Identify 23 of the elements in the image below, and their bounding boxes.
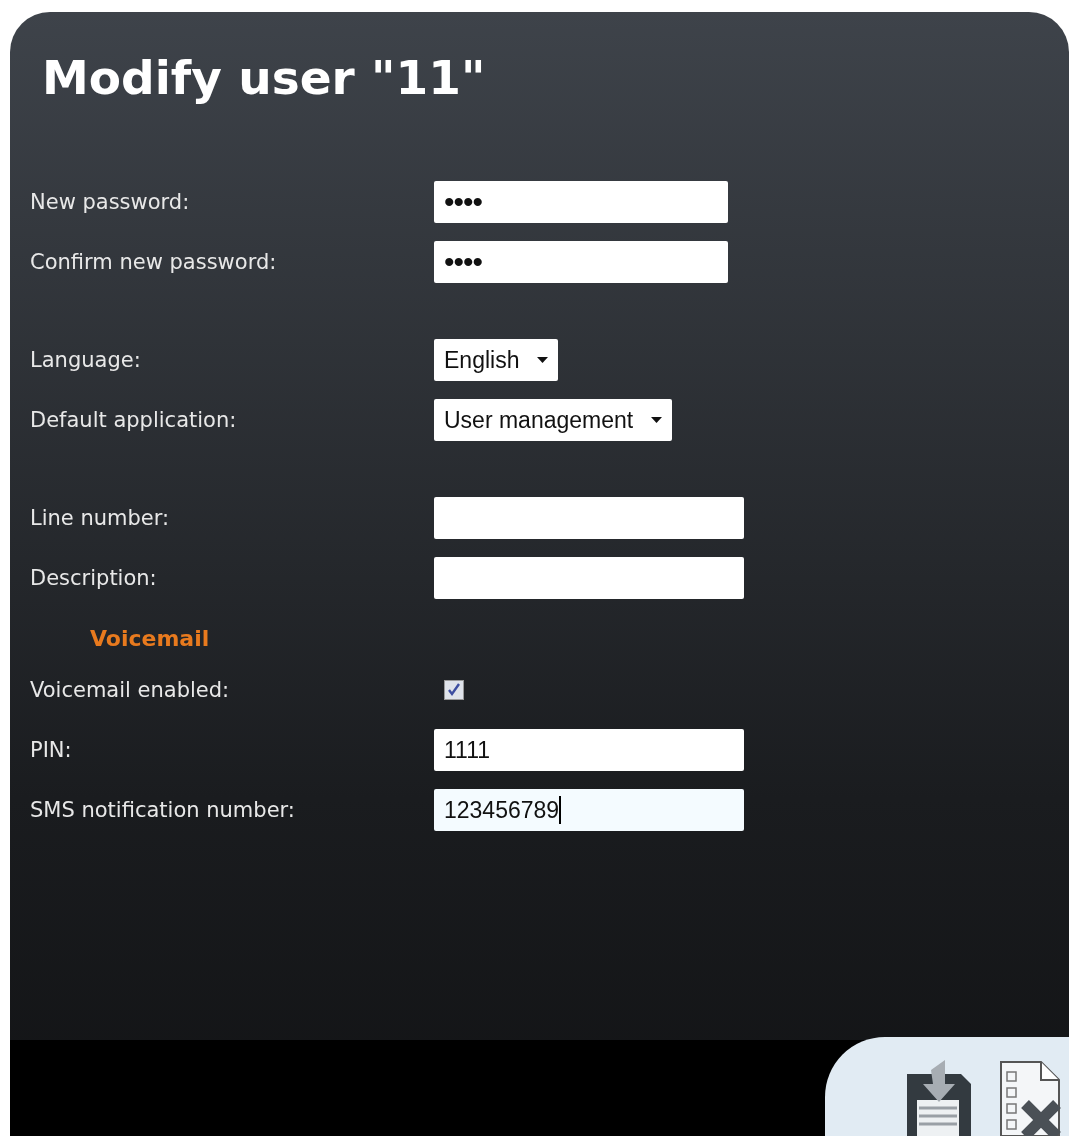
input-field[interactable] <box>434 497 744 539</box>
caret-icon <box>651 417 663 423</box>
field-label: Default application: <box>30 408 238 432</box>
password-field[interactable]: •••• <box>434 181 728 223</box>
checkbox[interactable] <box>444 680 464 700</box>
section-heading: Voicemail <box>89 624 211 653</box>
field-label: Confirm new password: <box>30 250 278 274</box>
field-label: Language: <box>30 348 142 372</box>
input-field[interactable]: 1111 <box>434 729 744 771</box>
dialog-title: Modify user "11" <box>42 50 487 106</box>
input-field[interactable]: 123456789 <box>434 789 744 831</box>
field-label: PIN: <box>30 738 73 762</box>
caret-icon <box>537 357 549 363</box>
field-label: Voicemail enabled: <box>30 678 231 702</box>
dropdown[interactable]: English <box>434 339 559 381</box>
password-field[interactable]: •••• <box>434 241 728 283</box>
field-label: SMS notification number: <box>30 798 296 822</box>
field-label: Description: <box>30 566 158 590</box>
input-field[interactable] <box>434 557 744 599</box>
field-label: New password: <box>30 190 191 214</box>
delete-document-icon[interactable] <box>999 1060 1061 1136</box>
field-label: Line number: <box>30 506 171 530</box>
dropdown[interactable]: User management <box>434 399 673 441</box>
